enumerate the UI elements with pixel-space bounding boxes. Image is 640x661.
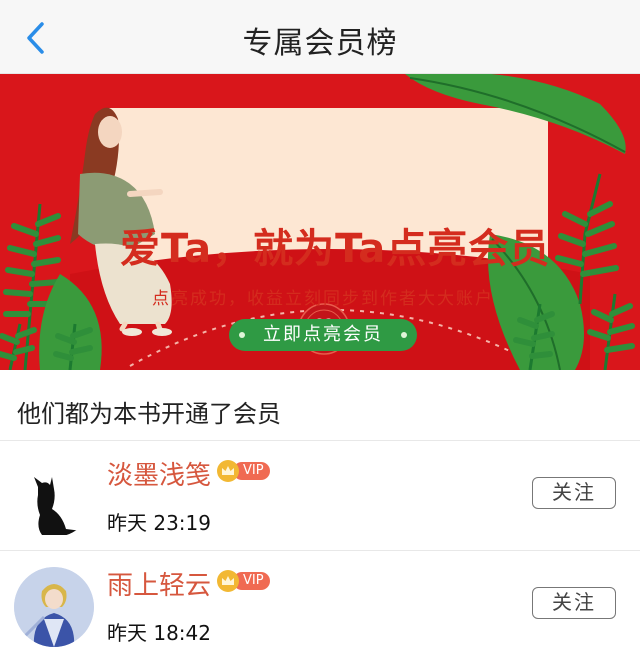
follow-button[interactable]: 关注 (532, 587, 616, 619)
navigation-bar: 专属会员榜 (0, 0, 640, 74)
page-title: 专属会员榜 (242, 26, 398, 61)
black-cat-avatar (34, 477, 83, 535)
member-time: 昨天 23:19 (107, 511, 211, 535)
avatar[interactable] (14, 457, 94, 537)
member-row[interactable]: 淡墨浅笺 VIP 昨天 23:19 关注 (0, 441, 640, 551)
crown-icon (217, 460, 239, 482)
member-name[interactable]: 雨上轻云 (107, 565, 211, 602)
member-row[interactable]: 雨上轻云 VIP 昨天 18:42 关注 (0, 551, 640, 661)
light-up-membership-label: 立即点亮会员 (263, 324, 383, 345)
member-name[interactable]: 淡墨浅笺 (107, 455, 211, 492)
avatar[interactable] (14, 567, 94, 647)
anime-knight-avatar (14, 567, 94, 647)
light-up-membership-button[interactable]: 立即点亮会员 (229, 319, 417, 351)
member-time: 昨天 18:42 (107, 621, 211, 645)
banner-headline: 爱Ta，就为Ta点亮会员 (120, 226, 551, 272)
button-dot-right (401, 332, 407, 338)
button-dot-left (239, 332, 245, 338)
crown-icon (217, 570, 239, 592)
vip-badge: VIP (217, 570, 270, 592)
promo-banner[interactable]: 爱Ta，就为Ta点亮会员 点亮成功，收益立刻同步到作者大大账户 立即点亮会员 (0, 74, 640, 370)
vip-badge: VIP (217, 460, 270, 482)
banner-subtitle: 点亮成功，收益立刻同步到作者大大账户 (152, 289, 494, 309)
follow-button[interactable]: 关注 (532, 477, 616, 509)
section-title: 他们都为本书开通了会员 (17, 400, 281, 428)
